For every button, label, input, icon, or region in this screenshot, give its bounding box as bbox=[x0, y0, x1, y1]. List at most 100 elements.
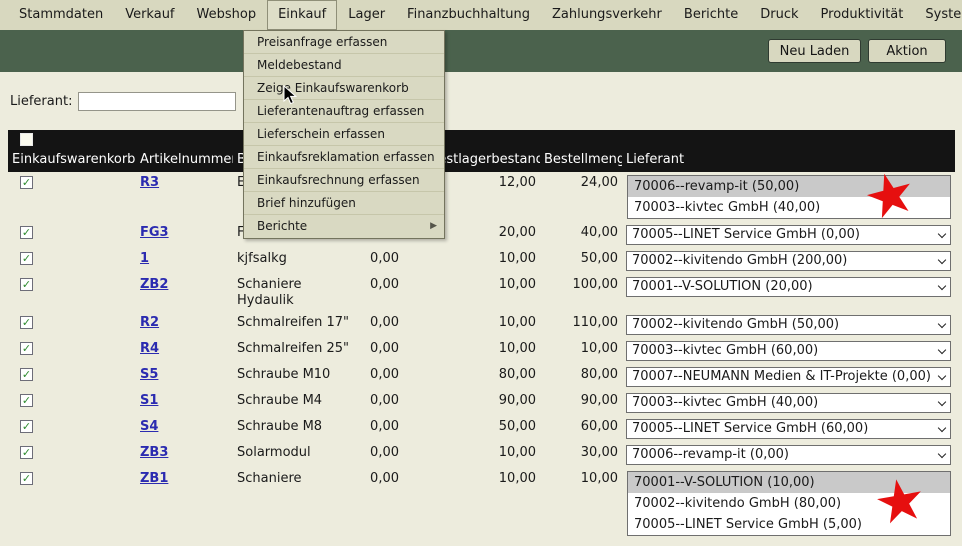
check-icon: ✓ bbox=[22, 343, 31, 354]
lagerbestand-cell: 0,00 bbox=[359, 390, 403, 416]
chevron-down-icon bbox=[938, 372, 946, 380]
menubar-item-einkauf[interactable]: Einkauf bbox=[267, 0, 337, 30]
menu-item-einkaufsreklamation-erfassen[interactable]: Einkaufsreklamation erfassen bbox=[244, 146, 444, 169]
column-header-bestellmenge: Bestellmenge bbox=[540, 130, 622, 172]
listbox-option[interactable]: 70001--V-SOLUTION (10,00) bbox=[628, 472, 950, 493]
listbox-option[interactable]: 70006--revamp-it (50,00) bbox=[628, 176, 950, 197]
listbox-option[interactable]: 70005--LINET Service GmbH (5,00) bbox=[628, 514, 950, 535]
lieferant-select-value: 70007--NEUMANN Medien & IT-Projekte (0,0… bbox=[632, 369, 931, 384]
lieferant-select-value: 70005--LINET Service GmbH (0,00) bbox=[632, 227, 860, 242]
bezeichnung-cell: Schmalreifen 25" bbox=[233, 338, 359, 364]
lagerbestand-cell: 0,00 bbox=[359, 416, 403, 442]
lieferant-select-value: 70001--V-SOLUTION (20,00) bbox=[632, 279, 813, 294]
table-row: ✓ S1 Schraube M4 0,00 90,00 90,00 70003-… bbox=[8, 390, 955, 416]
lieferant-select[interactable]: 70001--V-SOLUTION (20,00) bbox=[626, 277, 951, 297]
bezeichnung-cell: Schmalreifen 17" bbox=[233, 312, 359, 338]
listbox-option[interactable]: 70003--kivtec GmbH (40,00) bbox=[628, 197, 950, 218]
lieferant-listbox[interactable]: 70001--V-SOLUTION (10,00) 70002--kiviten… bbox=[627, 471, 951, 536]
check-icon: ✓ bbox=[22, 227, 31, 238]
menubar-item-stammdaten[interactable]: Stammdaten bbox=[8, 0, 114, 30]
lieferant-select[interactable]: 70005--LINET Service GmbH (60,00) bbox=[626, 419, 951, 439]
mindestlagerbestand-cell: 10,00 bbox=[403, 338, 540, 364]
bestellmenge-cell: 10,00 bbox=[540, 338, 622, 364]
menubar-item-lager[interactable]: Lager bbox=[337, 0, 396, 30]
lagerbestand-cell: 0,00 bbox=[359, 274, 403, 312]
row-checkbox[interactable]: ✓ bbox=[20, 368, 33, 381]
menu-item-zeige-einkaufswarenkorb[interactable]: Zeige Einkaufswarenkorb bbox=[244, 77, 444, 100]
menu-item-meldebestand[interactable]: Meldebestand bbox=[244, 54, 444, 77]
lieferant-select[interactable]: 70006--revamp-it (0,00) bbox=[626, 445, 951, 465]
row-checkbox[interactable]: ✓ bbox=[20, 176, 33, 189]
artikelnummer-link[interactable]: 1 bbox=[140, 251, 149, 266]
chevron-down-icon bbox=[938, 230, 946, 238]
menubar-item-druck[interactable]: Druck bbox=[749, 0, 809, 30]
bestellmenge-cell: 90,00 bbox=[540, 390, 622, 416]
reload-button[interactable]: Neu Laden bbox=[768, 39, 861, 63]
artikelnummer-link[interactable]: S5 bbox=[140, 367, 158, 382]
row-checkbox[interactable]: ✓ bbox=[20, 252, 33, 265]
artikelnummer-link[interactable]: ZB3 bbox=[140, 445, 168, 460]
mindestlagerbestand-cell: 10,00 bbox=[403, 274, 540, 312]
artikelnummer-link[interactable]: R2 bbox=[140, 315, 159, 330]
mindestlagerbestand-cell: 10,00 bbox=[403, 442, 540, 468]
menubar-item-system[interactable]: System bbox=[914, 0, 962, 30]
listbox-option[interactable]: 70002--kivitendo GmbH (80,00) bbox=[628, 493, 950, 514]
action-button[interactable]: Aktion bbox=[868, 39, 946, 63]
bezeichnung-cell: kjfsalkg bbox=[233, 248, 359, 274]
menu-item-label: Berichte bbox=[257, 219, 307, 233]
check-icon: ✓ bbox=[22, 421, 31, 432]
lieferant-select[interactable]: 70005--LINET Service GmbH (0,00) bbox=[626, 225, 951, 245]
lagerbestand-cell: 0,00 bbox=[359, 338, 403, 364]
table-row: ✓ S5 Schraube M10 0,00 80,00 80,00 70007… bbox=[8, 364, 955, 390]
lieferant-select[interactable]: 70003--kivtec GmbH (60,00) bbox=[626, 341, 951, 361]
table-row: ✓ R2 Schmalreifen 17" 0,00 10,00 110,00 … bbox=[8, 312, 955, 338]
lieferant-input[interactable] bbox=[78, 92, 236, 111]
menu-item-lieferantenauftrag-erfassen[interactable]: Lieferantenauftrag erfassen bbox=[244, 100, 444, 123]
chevron-down-icon bbox=[938, 424, 946, 432]
menubar-item-berichte[interactable]: Berichte bbox=[673, 0, 749, 30]
table-header-row: Einkaufswarenkorb Artikelnummer Bezeichn… bbox=[8, 130, 955, 172]
menubar-item-produktivitaet[interactable]: Produktivität bbox=[810, 0, 915, 30]
lieferant-select-value: 70006--revamp-it (0,00) bbox=[632, 447, 789, 462]
artikelnummer-link[interactable]: ZB1 bbox=[140, 471, 168, 486]
artikelnummer-link[interactable]: FG3 bbox=[140, 225, 169, 240]
column-header-artikelnummer: Artikelnummer bbox=[136, 130, 233, 172]
row-checkbox[interactable]: ✓ bbox=[20, 278, 33, 291]
menu-item-berichte[interactable]: Berichte▶ bbox=[244, 215, 444, 238]
menubar-item-webshop[interactable]: Webshop bbox=[186, 0, 268, 30]
menu-item-brief-hinzufuegen[interactable]: Brief hinzufügen bbox=[244, 192, 444, 215]
row-checkbox[interactable]: ✓ bbox=[20, 316, 33, 329]
lieferant-select[interactable]: 70002--kivitendo GmbH (200,00) bbox=[626, 251, 951, 271]
artikelnummer-link[interactable]: S4 bbox=[140, 419, 158, 434]
row-checkbox[interactable]: ✓ bbox=[20, 420, 33, 433]
row-checkbox[interactable]: ✓ bbox=[20, 226, 33, 239]
menubar-item-zahlungsverkehr[interactable]: Zahlungsverkehr bbox=[541, 0, 673, 30]
menu-item-lieferschein-erfassen[interactable]: Lieferschein erfassen bbox=[244, 123, 444, 146]
check-icon: ✓ bbox=[22, 317, 31, 328]
row-checkbox[interactable]: ✓ bbox=[20, 342, 33, 355]
artikelnummer-link[interactable]: ZB2 bbox=[140, 277, 168, 292]
menu-item-preisanfrage-erfassen[interactable]: Preisanfrage erfassen bbox=[244, 31, 444, 54]
check-icon: ✓ bbox=[22, 177, 31, 188]
menu-item-einkaufsrechnung-erfassen[interactable]: Einkaufsrechnung erfassen bbox=[244, 169, 444, 192]
bestellmenge-cell: 10,00 bbox=[540, 468, 622, 539]
artikelnummer-link[interactable]: S1 bbox=[140, 393, 158, 408]
lieferant-listbox[interactable]: 70006--revamp-it (50,00) 70003--kivtec G… bbox=[627, 175, 951, 219]
bestellmenge-cell: 110,00 bbox=[540, 312, 622, 338]
row-checkbox[interactable]: ✓ bbox=[20, 472, 33, 485]
mindestlagerbestand-cell: 80,00 bbox=[403, 364, 540, 390]
select-all-checkbox[interactable] bbox=[20, 133, 33, 146]
artikelnummer-link[interactable]: R4 bbox=[140, 341, 159, 356]
lagerbestand-cell: 0,00 bbox=[359, 248, 403, 274]
bezeichnung-cell: Schraube M4 bbox=[233, 390, 359, 416]
menubar-item-verkauf[interactable]: Verkauf bbox=[114, 0, 185, 30]
artikelnummer-link[interactable]: R3 bbox=[140, 175, 159, 190]
row-checkbox[interactable]: ✓ bbox=[20, 446, 33, 459]
check-icon: ✓ bbox=[22, 253, 31, 264]
lieferant-select[interactable]: 70003--kivtec GmbH (40,00) bbox=[626, 393, 951, 413]
menubar-item-finanzbuchhaltung[interactable]: Finanzbuchhaltung bbox=[396, 0, 541, 30]
lieferant-select[interactable]: 70002--kivitendo GmbH (50,00) bbox=[626, 315, 951, 335]
lieferant-select[interactable]: 70007--NEUMANN Medien & IT-Projekte (0,0… bbox=[626, 367, 951, 387]
bestellmenge-cell: 30,00 bbox=[540, 442, 622, 468]
row-checkbox[interactable]: ✓ bbox=[20, 394, 33, 407]
